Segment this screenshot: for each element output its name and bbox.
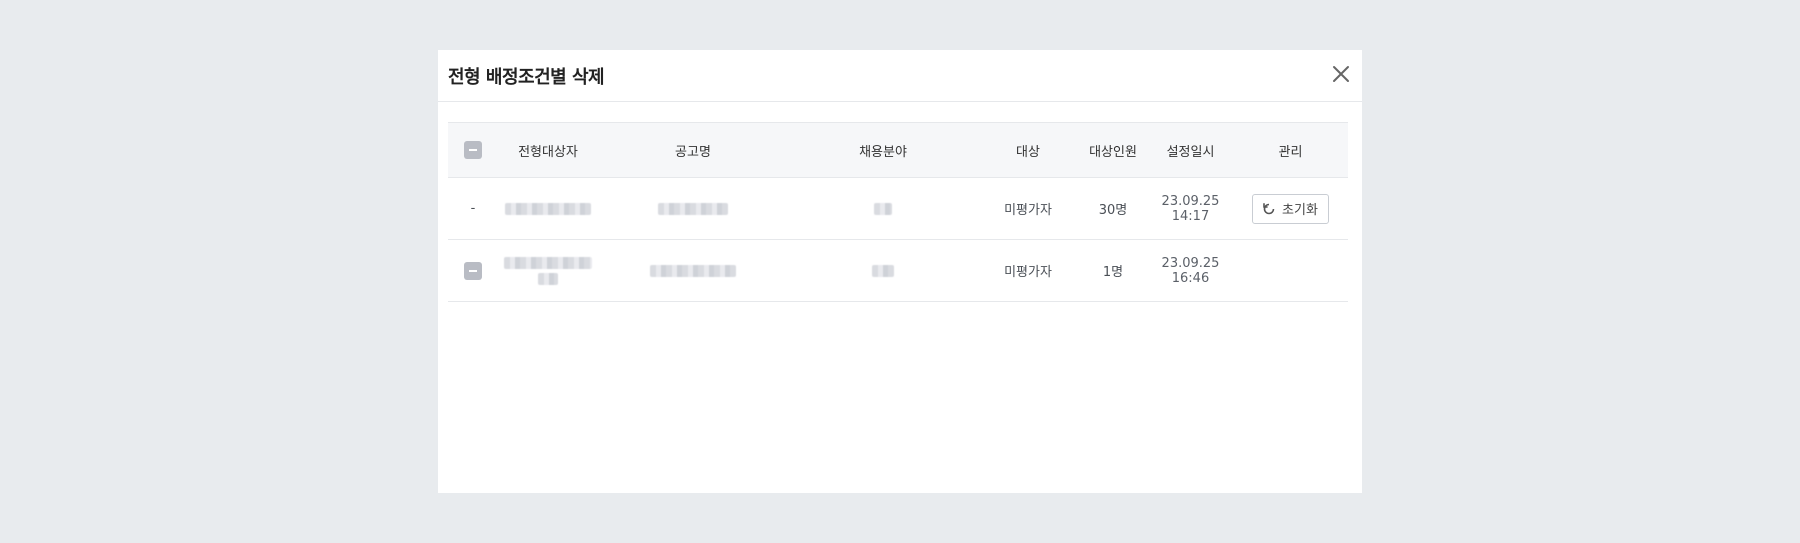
target-cell: 미평가자 xyxy=(1004,265,1052,280)
date-line: 23.09.25 xyxy=(1161,255,1220,271)
header-target: 대상 xyxy=(1016,144,1040,160)
row-checkbox[interactable] xyxy=(464,261,482,280)
table-header: 전형대상자 공고명 채용분야 대상 대상인원 설정일시 관리 xyxy=(448,122,1348,178)
redacted-text xyxy=(538,272,558,285)
select-all-checkbox[interactable] xyxy=(464,141,482,159)
header-date: 설정일시 xyxy=(1166,144,1215,160)
header-field: 채용분야 xyxy=(859,144,907,160)
modal-title: 전형 배정조건별 삭제 xyxy=(448,67,605,88)
date-cell: 23.09.25 14:17 xyxy=(1148,178,1233,239)
delete-by-condition-modal: 전형 배정조건별 삭제 전형대상자 공고명 채용분야 대상 대상인원 설정일시 … xyxy=(438,50,1362,493)
redacted-text xyxy=(874,202,892,215)
time-line: 14:17 xyxy=(1171,208,1210,224)
applicant-cell xyxy=(498,240,598,301)
redacted-text xyxy=(658,202,728,215)
field-cell xyxy=(788,178,978,239)
header-count: 대상인원 xyxy=(1089,144,1137,160)
manage-cell xyxy=(1233,240,1348,301)
count-cell: 30명 xyxy=(1098,203,1128,218)
table-row: 미평가자 1명 23.09.25 16:46 xyxy=(448,240,1348,302)
posting-cell xyxy=(598,240,788,301)
table-row: - 미평가자 30명 23.09.25 14:17 초기화 xyxy=(448,178,1348,240)
modal-header: 전형 배정조건별 삭제 xyxy=(438,50,1362,102)
date-cell: 23.09.25 16:46 xyxy=(1148,240,1233,301)
date-line: 23.09.25 xyxy=(1161,193,1220,209)
close-button[interactable] xyxy=(1330,63,1352,85)
redacted-text xyxy=(505,202,591,215)
close-icon xyxy=(1333,66,1349,82)
redacted-text xyxy=(650,264,736,277)
posting-cell xyxy=(598,178,788,239)
target-cell: 미평가자 xyxy=(1004,203,1052,218)
reset-button[interactable]: 초기화 xyxy=(1252,193,1329,224)
header-applicant: 전형대상자 xyxy=(518,144,578,160)
time-line: 16:46 xyxy=(1171,270,1210,286)
count-cell: 1명 xyxy=(1102,265,1124,280)
redacted-text xyxy=(872,264,894,277)
manage-cell: 초기화 xyxy=(1233,178,1348,239)
field-cell xyxy=(788,240,978,301)
redacted-text xyxy=(504,256,592,269)
refresh-icon xyxy=(1263,202,1275,214)
header-posting: 공고명 xyxy=(675,144,711,160)
row-checkbox-placeholder: - xyxy=(470,201,476,216)
header-manage: 관리 xyxy=(1278,144,1303,160)
condition-table: 전형대상자 공고명 채용분야 대상 대상인원 설정일시 관리 - 미평가자 30… xyxy=(448,122,1348,302)
reset-button-label: 초기화 xyxy=(1282,203,1318,218)
applicant-cell xyxy=(498,178,598,239)
